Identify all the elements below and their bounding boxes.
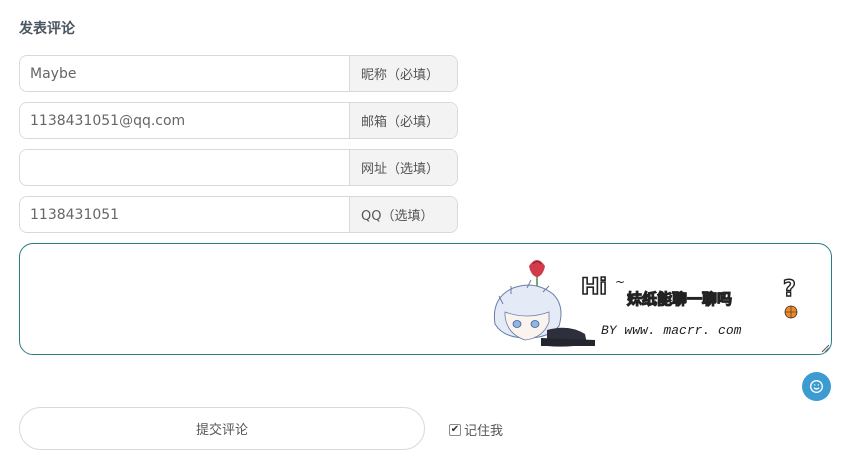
resize-handle-icon[interactable] — [821, 344, 829, 352]
comment-box: Hi ~ 妹纸能聊一聊吗 ? BY www. macrr. com — [19, 243, 832, 355]
qq-label: QQ（选填） — [349, 197, 457, 232]
remember-me-toggle[interactable]: ✔ 记住我 — [449, 420, 503, 439]
qq-input[interactable] — [20, 197, 349, 232]
website-input[interactable] — [20, 150, 349, 185]
remember-me-checkbox[interactable]: ✔ — [449, 423, 461, 436]
email-field: 邮箱（必填） — [19, 102, 458, 139]
remember-me-label: 记住我 — [464, 424, 504, 439]
nickname-label: 昵称（必填） — [349, 56, 457, 91]
nickname-field: 昵称（必填） — [19, 55, 458, 92]
website-field: 网址（选填） — [19, 149, 458, 186]
email-input[interactable] — [20, 103, 349, 138]
qq-field: QQ（选填） — [19, 196, 458, 233]
nickname-input[interactable] — [20, 56, 349, 91]
smiley-icon — [810, 380, 823, 393]
comment-textarea[interactable] — [20, 244, 831, 354]
submit-comment-button[interactable]: 提交评论 — [19, 407, 425, 450]
website-label: 网址（选填） — [349, 150, 457, 185]
comment-section-title: 发表评论 — [19, 21, 75, 37]
emoji-button[interactable] — [802, 372, 831, 401]
email-label: 邮箱（必填） — [349, 103, 457, 138]
